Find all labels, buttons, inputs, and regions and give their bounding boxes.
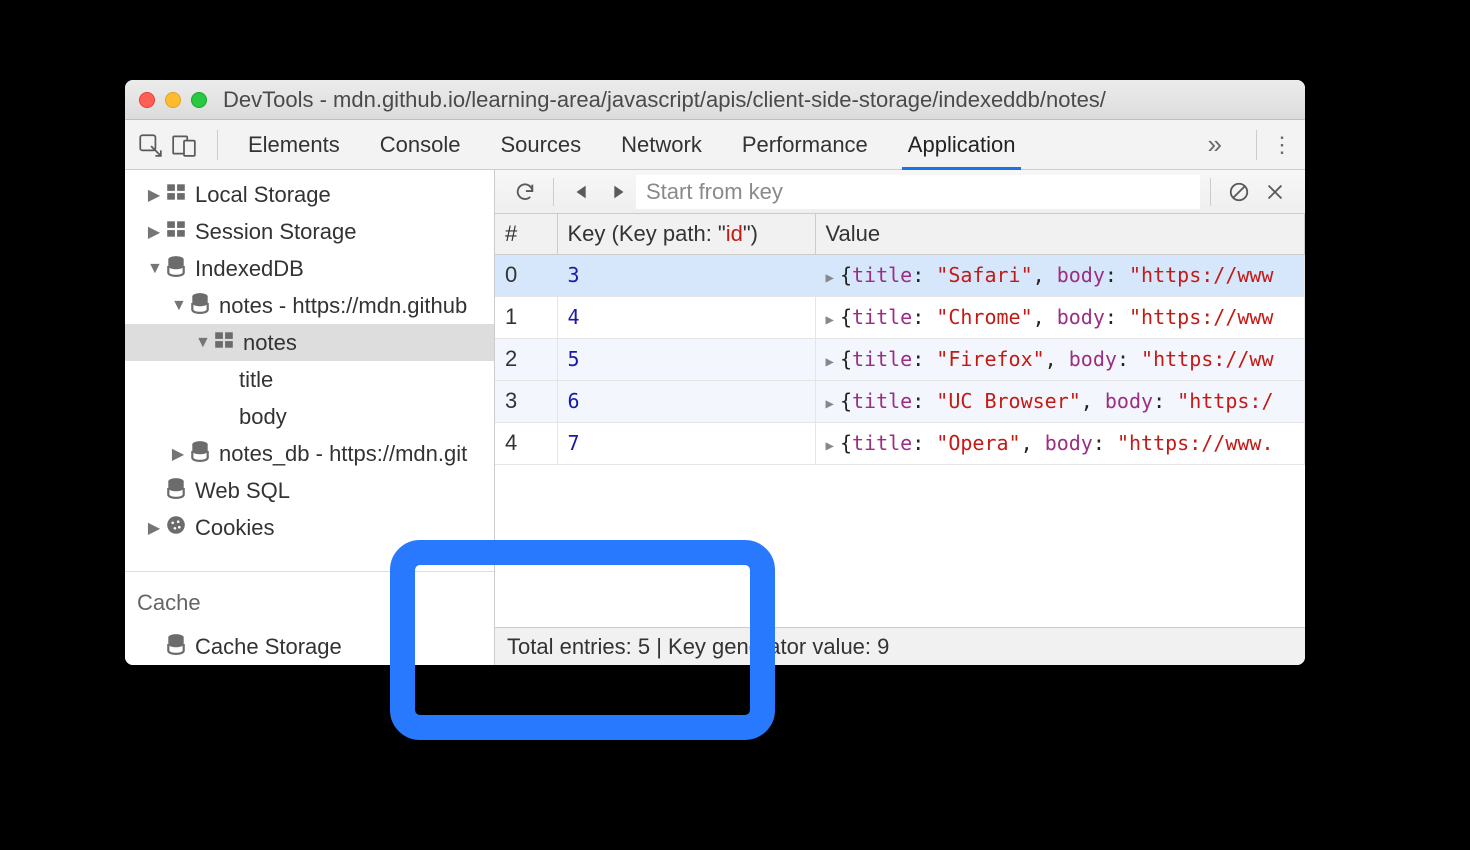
sidebar-item-label: Cookies <box>195 515 274 541</box>
prev-page-button[interactable] <box>564 174 600 210</box>
tab-application[interactable]: Application <box>908 121 1016 169</box>
devtools-window: DevTools - mdn.github.io/learning-area/j… <box>125 80 1305 665</box>
table-row[interactable]: 36▶{title: "UC Browser", body: "https:/ <box>495 380 1305 422</box>
device-toolbar-icon[interactable] <box>171 132 197 158</box>
sidebar-item-indexeddb[interactable]: IndexedDB <box>125 250 494 287</box>
close-window-button[interactable] <box>139 92 155 108</box>
sidebar-item-label: Local Storage <box>195 182 331 208</box>
cell-index: 4 <box>495 422 557 464</box>
minimize-window-button[interactable] <box>165 92 181 108</box>
chevron-down-icon <box>171 297 185 315</box>
object-store-icon <box>213 329 235 357</box>
cell-value: ▶{title: "Chrome", body: "https://www <box>815 296 1305 338</box>
sidebar-item-session-storage[interactable]: Session Storage <box>125 213 494 250</box>
cell-key: 3 <box>557 254 815 296</box>
window-title: DevTools - mdn.github.io/learning-area/j… <box>223 87 1106 113</box>
column-header-value[interactable]: Value <box>815 214 1305 254</box>
cookie-icon <box>165 514 187 542</box>
sidebar-item-cookies[interactable]: Cookies <box>125 509 494 546</box>
storage-icon <box>165 218 187 246</box>
cell-index: 1 <box>495 296 557 338</box>
chevron-right-icon <box>147 185 161 205</box>
next-page-button[interactable] <box>600 174 636 210</box>
tab-sources[interactable]: Sources <box>500 121 581 169</box>
chevron-right-icon <box>147 222 161 242</box>
column-header-index[interactable]: # <box>495 214 557 254</box>
sidebar-item-label: notes <box>243 330 297 356</box>
sidebar-item-cache-storage[interactable]: Cache Storage <box>125 628 494 665</box>
panel-body: Local Storage Session Storage <box>125 170 1305 665</box>
footer-status: Total entries: 5 | Key generator value: … <box>507 634 889 660</box>
divider <box>553 178 554 206</box>
sidebar-item-websql[interactable]: Web SQL <box>125 472 494 509</box>
sidebar-item-label: title <box>239 367 273 393</box>
database-icon <box>189 292 211 320</box>
sidebar-item-label: notes_db - https://mdn.git <box>219 441 467 467</box>
chevron-right-icon <box>147 518 161 538</box>
table-row[interactable]: 03▶{title: "Safari", body: "https://www <box>495 254 1305 296</box>
sidebar-item-local-storage[interactable]: Local Storage <box>125 176 494 213</box>
sidebar-item-index-title[interactable]: title <box>125 361 494 398</box>
window-controls <box>139 92 207 108</box>
chevron-down-icon <box>147 260 161 278</box>
idb-data-table: # Key (Key path: "id") Value 03▶{title: … <box>495 214 1305 627</box>
sidebar-item-db-notesdb[interactable]: notes_db - https://mdn.git <box>125 435 494 472</box>
chevron-right-icon <box>171 444 185 464</box>
cell-key: 6 <box>557 380 815 422</box>
cell-index: 3 <box>495 380 557 422</box>
table-row[interactable]: 25▶{title: "Firefox", body: "https://ww <box>495 338 1305 380</box>
inspect-element-icon[interactable] <box>137 132 163 158</box>
chevron-down-icon <box>195 334 209 352</box>
cell-index: 0 <box>495 254 557 296</box>
cell-value: ▶{title: "Firefox", body: "https://ww <box>815 338 1305 380</box>
zoom-window-button[interactable] <box>191 92 207 108</box>
settings-menu-icon[interactable]: ⋮ <box>1271 132 1293 158</box>
tab-network[interactable]: Network <box>621 121 702 169</box>
cell-key: 7 <box>557 422 815 464</box>
sidebar-section-cache: Cache <box>125 572 494 622</box>
database-icon <box>189 440 211 468</box>
database-icon <box>165 633 187 661</box>
window-titlebar: DevTools - mdn.github.io/learning-area/j… <box>125 80 1305 120</box>
sidebar-item-label: notes - https://mdn.github <box>219 293 467 319</box>
storage-icon <box>165 181 187 209</box>
tab-elements[interactable]: Elements <box>248 121 340 169</box>
cell-key: 4 <box>557 296 815 338</box>
sidebar-item-label: Cache Storage <box>195 634 342 660</box>
sidebar-item-index-body[interactable]: body <box>125 398 494 435</box>
divider <box>1256 130 1257 160</box>
cell-index: 2 <box>495 338 557 380</box>
idb-footer: Total entries: 5 | Key generator value: … <box>495 627 1305 665</box>
table-row[interactable]: 47▶{title: "Opera", body: "https://www. <box>495 422 1305 464</box>
database-icon <box>165 477 187 505</box>
tab-console[interactable]: Console <box>380 121 461 169</box>
idb-toolbar <box>495 170 1305 214</box>
storage-tree: Local Storage Session Storage <box>125 170 494 546</box>
cell-key: 5 <box>557 338 815 380</box>
sidebar-item-label: IndexedDB <box>195 256 304 282</box>
cell-value: ▶{title: "Safari", body: "https://www <box>815 254 1305 296</box>
refresh-button[interactable] <box>507 174 543 210</box>
column-header-key[interactable]: Key (Key path: "id") <box>557 214 815 254</box>
delete-selected-button[interactable] <box>1257 174 1293 210</box>
panel-tabs: Elements Console Sources Network Perform… <box>248 121 1188 169</box>
cell-value: ▶{title: "Opera", body: "https://www. <box>815 422 1305 464</box>
indexeddb-panel: # Key (Key path: "id") Value 03▶{title: … <box>495 170 1305 665</box>
sidebar-item-label: body <box>239 404 287 430</box>
divider <box>217 130 218 160</box>
table-row[interactable]: 14▶{title: "Chrome", body: "https://www <box>495 296 1305 338</box>
sidebar-item-label: Session Storage <box>195 219 356 245</box>
devtools-tabbar: Elements Console Sources Network Perform… <box>125 120 1305 170</box>
application-sidebar: Local Storage Session Storage <box>125 170 495 665</box>
sidebar-item-db-notes[interactable]: notes - https://mdn.github <box>125 287 494 324</box>
start-from-key-input[interactable] <box>636 175 1200 209</box>
database-icon <box>165 255 187 283</box>
tab-performance[interactable]: Performance <box>742 121 868 169</box>
cell-value: ▶{title: "UC Browser", body: "https:/ <box>815 380 1305 422</box>
more-tabs-icon[interactable]: » <box>1208 129 1222 160</box>
clear-store-button[interactable] <box>1221 174 1257 210</box>
sidebar-item-label: Web SQL <box>195 478 290 504</box>
divider <box>1210 178 1211 206</box>
sidebar-item-store-notes[interactable]: notes <box>125 324 494 361</box>
